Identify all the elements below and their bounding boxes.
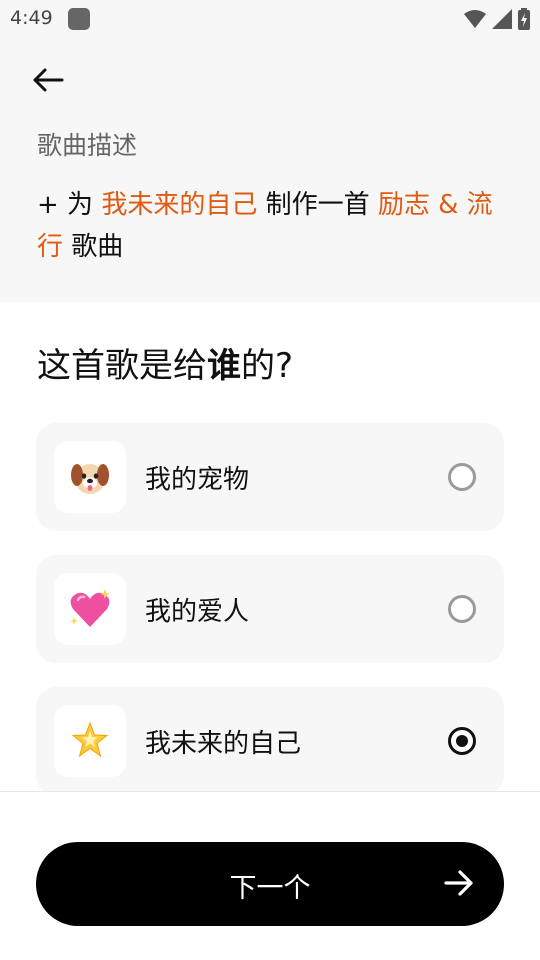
option-future-self[interactable]: 我未来的自己 — [36, 687, 504, 795]
description-prefix: + 为 — [37, 190, 102, 220]
back-button[interactable] — [28, 60, 68, 100]
bottom-bar: 下一个 — [0, 791, 540, 960]
description-genre-cont: 行 — [37, 232, 64, 262]
description-line-1: + 为 我未来的自己 制作一首 励志 & 流 — [37, 184, 507, 226]
option-pet[interactable]: 我的宠物 — [36, 423, 504, 531]
option-label: 我的宠物 — [145, 465, 250, 495]
description-suffix: 歌曲 — [63, 232, 124, 262]
option-label: 我的爱人 — [145, 597, 250, 627]
option-lover[interactable]: 我的爱人 — [36, 555, 504, 663]
question-before: 这首歌是给 — [37, 346, 207, 386]
dog-face-icon — [54, 441, 126, 513]
description-middle: 制作一首 — [257, 190, 378, 220]
description-genre: 励志 & 流 — [377, 190, 493, 220]
sparkling-heart-icon — [54, 573, 126, 645]
arrow-right-icon — [444, 870, 473, 896]
question-after: 的? — [241, 346, 294, 386]
app-notification-icon — [68, 8, 90, 30]
wifi-icon — [464, 10, 486, 28]
status-bar: 4:49 — [0, 0, 540, 38]
question-title: 这首歌是给谁的? — [37, 338, 293, 387]
glowing-star-icon — [54, 705, 126, 777]
radio-button-selected[interactable] — [448, 727, 476, 755]
next-button-label: 下一个 — [229, 873, 311, 904]
option-label: 我未来的自己 — [145, 729, 302, 759]
status-icons — [464, 8, 530, 30]
radio-button[interactable] — [448, 463, 476, 491]
status-time: 4:49 — [10, 7, 53, 29]
question-emphasis: 谁 — [207, 346, 241, 386]
description-recipient: 我未来的自己 — [101, 190, 258, 220]
description-line-2: 行 歌曲 — [37, 226, 507, 268]
next-button[interactable]: 下一个 — [36, 842, 504, 926]
description-label: 歌曲描述 — [37, 131, 138, 160]
signal-icon — [492, 9, 512, 29]
radio-button[interactable] — [448, 595, 476, 623]
battery-icon — [518, 8, 530, 30]
arrow-left-icon — [33, 68, 64, 92]
